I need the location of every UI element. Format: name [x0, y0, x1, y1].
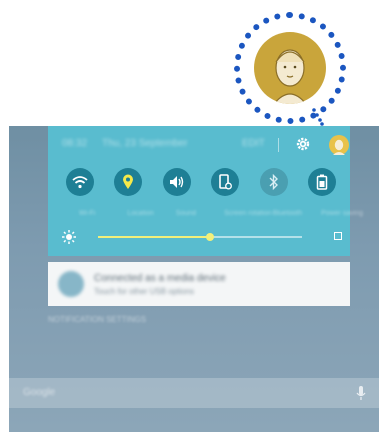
- notification-card[interactable]: Connected as a media device Touch for ot…: [48, 262, 350, 306]
- profile-avatar-large: [254, 32, 326, 104]
- phone-screen: 08:32 Thu, 23 September EDIT Wi-Fi Locat…: [9, 126, 379, 432]
- notification-subtitle: Touch for other USB options: [94, 287, 195, 296]
- toggle-label: Bluetooth: [272, 210, 303, 217]
- toggle-screen-rotation[interactable]: Screen rotation: [211, 168, 272, 217]
- location-icon: [123, 174, 134, 189]
- quick-panel: 08:32 Thu, 23 September EDIT Wi-Fi Locat…: [48, 126, 363, 256]
- auto-brightness-checkbox[interactable]: [334, 232, 342, 240]
- toggle-bluetooth[interactable]: Bluetooth: [259, 168, 302, 217]
- toggle-label: Location: [127, 210, 154, 217]
- toggle-sound[interactable]: Sound: [162, 168, 196, 217]
- callout-pointer: [312, 108, 324, 126]
- toggle-power-saving[interactable]: Power saving: [307, 168, 363, 217]
- screen-rotation-icon: [219, 174, 233, 190]
- brightness-thumb[interactable]: [206, 233, 215, 241]
- clock: 08:32: [62, 138, 88, 149]
- person-icon: [333, 139, 345, 155]
- quick-toggles: Wi-Fi Location Sound Screen rotation Blu…: [66, 168, 363, 217]
- notification-settings-link[interactable]: NOTIFICATION SETTINGS: [48, 315, 146, 324]
- toggle-label: Sound: [175, 210, 197, 217]
- wifi-icon: [72, 176, 88, 189]
- google-search-bar[interactable]: Google: [9, 378, 379, 408]
- bluetooth-icon: [269, 174, 278, 190]
- brightness-slider[interactable]: [98, 233, 302, 241]
- divider: [278, 138, 279, 152]
- person-icon: [273, 49, 307, 104]
- search-placeholder: Google: [23, 387, 56, 398]
- toggle-label: Wi-Fi: [79, 210, 96, 217]
- notification-title: Connected as a media device: [94, 273, 226, 284]
- toggle-label: Power saving: [320, 210, 363, 217]
- usb-icon: [58, 271, 84, 297]
- gear-icon[interactable]: [295, 136, 311, 152]
- brightness-row: [62, 230, 342, 244]
- profile-zoom-callout: [234, 12, 346, 124]
- microphone-icon[interactable]: [355, 385, 367, 401]
- sound-icon: [169, 176, 183, 188]
- battery-icon: [316, 174, 328, 190]
- edit-button[interactable]: EDIT: [242, 138, 265, 149]
- status-row: 08:32 Thu, 23 September EDIT: [62, 135, 349, 155]
- toggle-wifi[interactable]: Wi-Fi: [66, 168, 95, 217]
- brightness-fill: [98, 236, 211, 238]
- toggle-location[interactable]: Location: [114, 168, 154, 217]
- toggle-label: Screen rotation: [224, 210, 272, 217]
- profile-avatar-button[interactable]: [329, 135, 349, 155]
- brightness-icon: [62, 230, 76, 244]
- date: Thu, 23 September: [102, 138, 188, 149]
